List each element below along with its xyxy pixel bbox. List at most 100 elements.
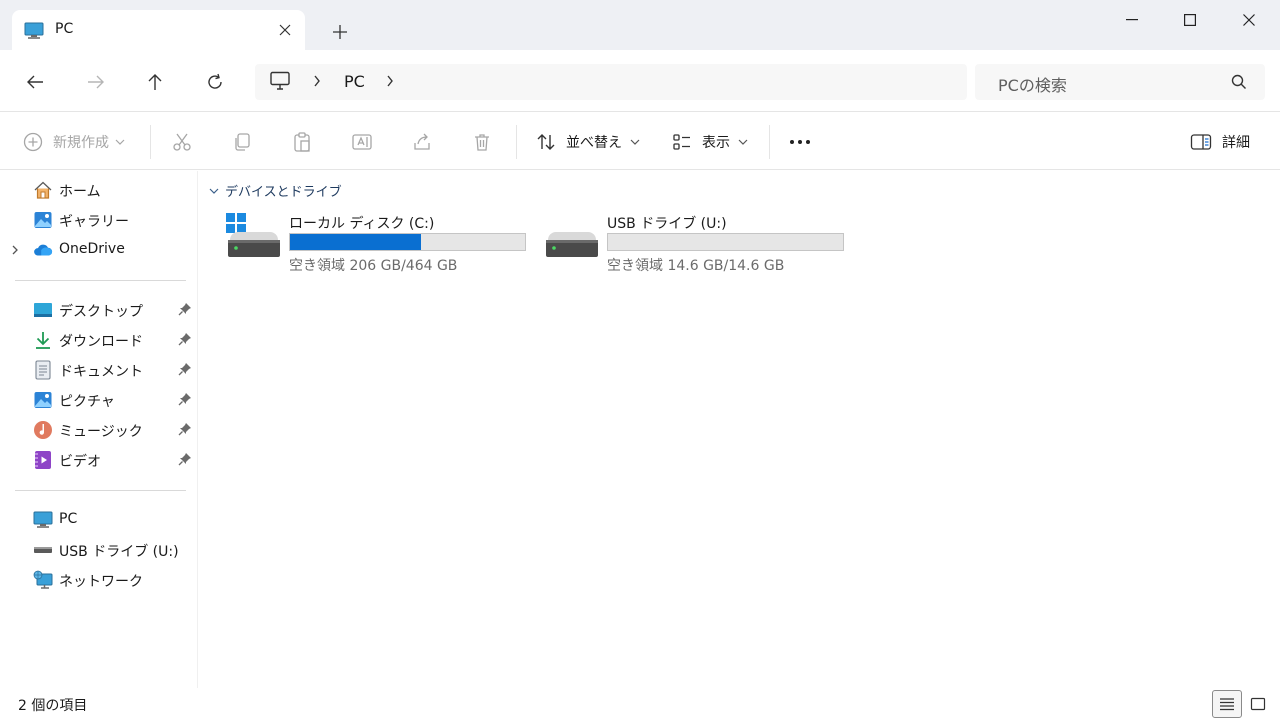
pin-icon[interactable] — [178, 392, 192, 410]
chevron-down-icon — [630, 139, 640, 145]
more-options-icon[interactable] — [788, 130, 812, 154]
pin-icon[interactable] — [178, 332, 192, 350]
chevron-right-icon[interactable] — [313, 73, 321, 93]
drive-name: USB ドライブ (U:) — [607, 216, 727, 232]
breadcrumb-pc[interactable]: PC — [344, 72, 365, 91]
drive-usage-bar — [289, 233, 526, 251]
drive-name: ローカル ディスク (C:) — [289, 216, 435, 232]
content-area: デバイスとドライブ ローカル ディスク (C:) 空き領域 206 GB/464… — [199, 171, 1280, 688]
music-icon — [33, 420, 53, 440]
sidebar-item-label: ドキュメント — [59, 364, 143, 380]
close-tab-icon[interactable] — [274, 19, 296, 41]
sidebar-item-videos[interactable]: ビデオ — [0, 446, 198, 474]
sidebar-item-label: ビデオ — [59, 454, 101, 470]
sidebar-item-label: デスクトップ — [59, 304, 143, 320]
details-pane-icon — [1190, 134, 1212, 150]
command-bar: 新規作成 並べ替え 表示 詳細 — [0, 113, 1280, 170]
paste-icon[interactable] — [290, 130, 314, 154]
details-pane-button[interactable]: 詳細 — [1190, 129, 1250, 155]
new-button[interactable]: 新規作成 — [23, 129, 125, 155]
sidebar-divider — [15, 280, 186, 281]
tab-pc[interactable]: PC — [12, 10, 305, 50]
download-icon — [33, 330, 53, 350]
home-icon — [33, 180, 53, 200]
sidebar-item-pictures[interactable]: ピクチャ — [0, 386, 198, 414]
sidebar-item-network[interactable]: ネットワーク — [0, 566, 198, 594]
local-disk-icon — [226, 211, 286, 261]
sidebar-divider — [15, 490, 186, 491]
sidebar-item-label: ミュージック — [59, 424, 143, 440]
sidebar-item-label: ダウンロード — [59, 334, 143, 350]
sidebar-item-label: ピクチャ — [59, 394, 115, 410]
item-count: 2 個の項目 — [18, 698, 88, 714]
search-input[interactable]: PCの検索 — [975, 64, 1265, 100]
sidebar-item-label: PC — [59, 511, 78, 527]
separator — [769, 125, 770, 159]
copy-icon[interactable] — [230, 130, 254, 154]
sidebar-item-downloads[interactable]: ダウンロード — [0, 326, 198, 354]
maximize-icon[interactable] — [1161, 0, 1219, 40]
chevron-right-icon[interactable] — [386, 73, 394, 93]
address-bar[interactable]: PC — [255, 64, 967, 100]
view-label: 表示 — [702, 135, 730, 151]
chevron-down-icon — [738, 139, 748, 145]
drive-item-c[interactable]: ローカル ディスク (C:) 空き領域 206 GB/464 GB — [226, 211, 536, 275]
delete-icon[interactable] — [470, 130, 494, 154]
up-arrow-icon[interactable] — [139, 66, 171, 98]
pictures-icon — [33, 390, 53, 410]
chevron-right-icon[interactable] — [11, 243, 19, 261]
desktop-icon — [33, 300, 53, 320]
search-placeholder: PCの検索 — [998, 76, 1067, 95]
sidebar-item-gallery[interactable]: ギャラリー — [0, 206, 198, 234]
pin-icon[interactable] — [178, 452, 192, 470]
section-title: デバイスとドライブ — [225, 185, 342, 200]
usb-drive-icon — [33, 540, 53, 560]
drive-usage-fill — [290, 234, 421, 250]
sidebar-item-label: USB ドライブ (U:) — [59, 544, 179, 560]
title-bar: PC — [0, 0, 1280, 50]
separator — [516, 125, 517, 159]
forward-arrow-icon[interactable] — [80, 66, 112, 98]
new-tab-icon[interactable] — [328, 20, 352, 44]
drive-free-space: 空き領域 206 GB/464 GB — [289, 258, 458, 274]
refresh-icon[interactable] — [199, 66, 231, 98]
cut-icon[interactable] — [170, 130, 194, 154]
navigation-pane: ホーム ギャラリー OneDrive デスクトップ ダウンロード ドキュメント … — [0, 171, 198, 688]
details-view-icon[interactable] — [1212, 690, 1242, 718]
gallery-icon — [33, 210, 53, 230]
sidebar-item-label: ネットワーク — [59, 574, 143, 590]
status-bar: 2 個の項目 — [0, 688, 1280, 720]
sidebar-item-desktop[interactable]: デスクトップ — [0, 296, 198, 324]
large-icons-view-icon[interactable] — [1243, 690, 1273, 718]
pin-icon[interactable] — [178, 362, 192, 380]
minimize-icon[interactable] — [1103, 0, 1161, 40]
drive-item-usb[interactable]: USB ドライブ (U:) 空き領域 14.6 GB/14.6 GB — [544, 211, 854, 275]
view-button[interactable]: 表示 — [672, 129, 748, 155]
sort-label: 並べ替え — [566, 135, 622, 151]
drive-usage-bar — [607, 233, 844, 251]
pin-icon[interactable] — [178, 422, 192, 440]
sidebar-item-label: OneDrive — [59, 241, 125, 257]
share-icon[interactable] — [410, 130, 434, 154]
sidebar-item-home[interactable]: ホーム — [0, 176, 198, 204]
sidebar-item-pc[interactable]: PC — [0, 506, 198, 534]
pc-icon — [33, 510, 53, 530]
details-label: 詳細 — [1222, 135, 1250, 151]
back-arrow-icon[interactable] — [19, 66, 51, 98]
drive-free-space: 空き領域 14.6 GB/14.6 GB — [607, 258, 785, 274]
section-header-devices[interactable]: デバイスとドライブ — [209, 181, 342, 200]
sidebar-item-onedrive[interactable]: OneDrive — [0, 236, 198, 264]
sidebar-item-music[interactable]: ミュージック — [0, 416, 198, 444]
sidebar-item-usb-drive[interactable]: USB ドライブ (U:) — [0, 536, 198, 564]
sidebar-item-documents[interactable]: ドキュメント — [0, 356, 198, 384]
tab-title: PC — [55, 21, 74, 37]
onedrive-cloud-icon — [33, 240, 53, 260]
search-icon[interactable] — [1231, 74, 1247, 94]
chevron-down-icon — [115, 139, 125, 145]
video-icon — [33, 450, 53, 470]
sort-button[interactable]: 並べ替え — [536, 129, 640, 155]
rename-icon[interactable] — [350, 130, 374, 154]
close-window-icon[interactable] — [1220, 0, 1278, 40]
sidebar-item-label: ホーム — [59, 184, 101, 200]
pin-icon[interactable] — [178, 302, 192, 320]
